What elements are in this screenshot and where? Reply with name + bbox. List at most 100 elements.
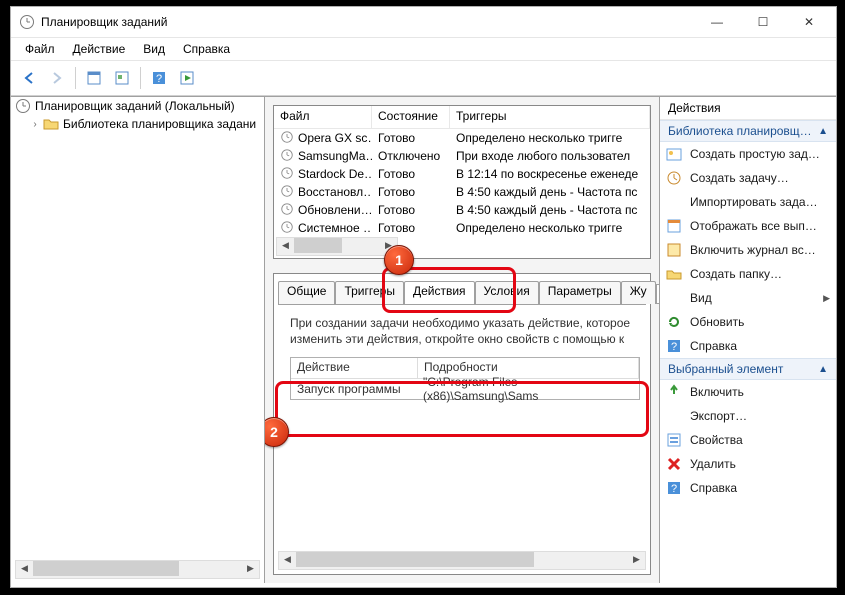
enable-icon: [666, 384, 682, 400]
chevron-right-icon: ▶: [823, 293, 830, 304]
clock-icon: [15, 98, 31, 114]
help-button[interactable]: ?: [146, 65, 172, 91]
menu-action[interactable]: Действие: [65, 40, 134, 59]
task-row[interactable]: SamsungMa…ОтключеноПри входе любого поль…: [274, 147, 650, 165]
scroll-right-icon[interactable]: ▶: [628, 552, 645, 567]
tab-conditions[interactable]: Условия: [475, 281, 539, 304]
actions-pane: Действия Библиотека планировщ…▲ Создать …: [659, 97, 836, 583]
export-icon: [666, 408, 682, 424]
actions-section-selected[interactable]: Выбранный элемент▲: [660, 358, 836, 380]
view-icon: [666, 290, 682, 306]
action-delete[interactable]: Удалить: [660, 452, 836, 476]
task-file: Opera GX sc…: [274, 130, 372, 147]
clock-icon: [280, 184, 294, 201]
tree-expand-icon[interactable]: ›: [29, 119, 41, 130]
tabs-scroll-left[interactable]: ◀: [656, 284, 659, 304]
action-enable[interactable]: Включить: [660, 380, 836, 404]
scroll-thumb[interactable]: [296, 552, 534, 567]
tree-root[interactable]: Планировщик заданий (Локальный): [11, 97, 264, 115]
actions-grid: Действие Подробности Запуск программы "C…: [290, 357, 640, 400]
action-create-task[interactable]: Создать задачу…: [660, 166, 836, 190]
delete-icon: [666, 456, 682, 472]
tasks-list: Файл Состояние Триггеры Opera GX sc…Гото…: [273, 105, 651, 259]
task-state: Готово: [372, 221, 450, 235]
action-help[interactable]: ?Справка: [660, 334, 836, 358]
toolbar: ?: [11, 61, 836, 96]
center-pane: Файл Состояние Триггеры Opera GX sc…Гото…: [265, 97, 659, 583]
scroll-left-icon[interactable]: ◀: [279, 552, 296, 567]
action-properties[interactable]: Свойства: [660, 428, 836, 452]
task-file: Восстановл…: [274, 184, 372, 201]
detail-tabs: Общие Триггеры Действия Условия Параметр…: [274, 274, 650, 304]
chevron-up-icon: ▲: [818, 126, 828, 137]
task-state: Готово: [372, 203, 450, 217]
task-row[interactable]: Opera GX sc…ГотовоОпределено несколько т…: [274, 129, 650, 147]
tab-journal[interactable]: Жу: [621, 281, 656, 304]
scroll-left-icon[interactable]: ◀: [277, 238, 294, 253]
close-button[interactable]: ✕: [786, 7, 832, 37]
task-row[interactable]: Восстановл…ГотовоВ 4:50 каждый день - Ча…: [274, 183, 650, 201]
show-all-icon: [666, 218, 682, 234]
actions-col-action[interactable]: Действие: [291, 358, 418, 378]
clock-icon: [280, 166, 294, 183]
actions-row[interactable]: Запуск программы "C:\Program Files (x86)…: [291, 379, 639, 399]
action-create-basic[interactable]: Создать простую зад…: [660, 142, 836, 166]
maximize-button[interactable]: ☐: [740, 7, 786, 37]
col-state[interactable]: Состояние: [372, 106, 450, 128]
action-help-2[interactable]: ?Справка: [660, 476, 836, 500]
action-refresh[interactable]: Обновить: [660, 310, 836, 334]
tab-params[interactable]: Параметры: [539, 281, 621, 304]
scroll-left-icon[interactable]: ◀: [16, 561, 33, 576]
task-row[interactable]: Обновлени…ГотовоВ 4:50 каждый день - Час…: [274, 201, 650, 219]
toolbar-btn-4[interactable]: [174, 65, 200, 91]
action-view[interactable]: Вид▶: [660, 286, 836, 310]
properties-icon: [666, 432, 682, 448]
menu-help[interactable]: Справка: [175, 40, 238, 59]
window-title: Планировщик заданий: [41, 15, 167, 29]
app-icon: [19, 14, 35, 30]
help-icon: ?: [666, 480, 682, 496]
toolbar-btn-1[interactable]: [81, 65, 107, 91]
tab-general[interactable]: Общие: [278, 281, 335, 304]
forward-button[interactable]: [44, 65, 70, 91]
actions-pane-title: Действия: [660, 97, 836, 120]
menu-view[interactable]: Вид: [135, 40, 173, 59]
detail-h-scrollbar[interactable]: ◀ ▶: [278, 551, 646, 570]
task-file: Обновлени…: [274, 202, 372, 219]
scroll-thumb[interactable]: [294, 238, 342, 253]
task-row[interactable]: Stardock De…ГотовоВ 12:14 по воскресенье…: [274, 165, 650, 183]
tab-triggers[interactable]: Триггеры: [335, 281, 404, 304]
menu-file[interactable]: Файл: [17, 40, 63, 59]
actions-section-library[interactable]: Библиотека планировщ…▲: [660, 120, 836, 142]
task-trigger: В 12:14 по воскресенье еженеде: [450, 167, 650, 181]
col-file[interactable]: Файл: [274, 106, 372, 128]
action-export[interactable]: Экспорт…: [660, 404, 836, 428]
menu-bar: Файл Действие Вид Справка: [11, 38, 836, 61]
actions-row-details: "C:\Program Files (x86)\Samsung\Sams: [417, 375, 639, 403]
tree-root-label: Планировщик заданий (Локальный): [35, 99, 235, 113]
action-show-all[interactable]: Отображать все вып…: [660, 214, 836, 238]
task-row[interactable]: Системное …ГотовоОпределено несколько тр…: [274, 219, 650, 237]
actions-row-action: Запуск программы: [291, 382, 417, 396]
enable-log-icon: [666, 242, 682, 258]
tree-h-scrollbar[interactable]: ◀ ▶: [15, 560, 260, 579]
task-file: Системное …: [274, 220, 372, 237]
action-new-folder[interactable]: Создать папку…: [660, 262, 836, 286]
create-task-icon: [666, 170, 682, 186]
tree-library[interactable]: › Библиотека планировщика задани: [11, 115, 264, 133]
tasks-h-scrollbar[interactable]: ◀ ▶: [276, 237, 398, 256]
tree-library-label: Библиотека планировщика задани: [63, 117, 256, 131]
action-import[interactable]: Импортировать зада…: [660, 190, 836, 214]
minimize-button[interactable]: —: [694, 7, 740, 37]
toolbar-btn-2[interactable]: [109, 65, 135, 91]
tab-actions[interactable]: Действия: [404, 281, 475, 304]
col-triggers[interactable]: Триггеры: [450, 106, 650, 128]
help-icon: ?: [666, 338, 682, 354]
refresh-icon: [666, 314, 682, 330]
back-button[interactable]: [16, 65, 42, 91]
step-badge-1: 1: [384, 245, 414, 275]
action-enable-log[interactable]: Включить журнал вс…: [660, 238, 836, 262]
scroll-right-icon[interactable]: ▶: [242, 561, 259, 576]
tree-pane: Планировщик заданий (Локальный) › Библио…: [11, 97, 265, 583]
scroll-thumb[interactable]: [33, 561, 179, 576]
